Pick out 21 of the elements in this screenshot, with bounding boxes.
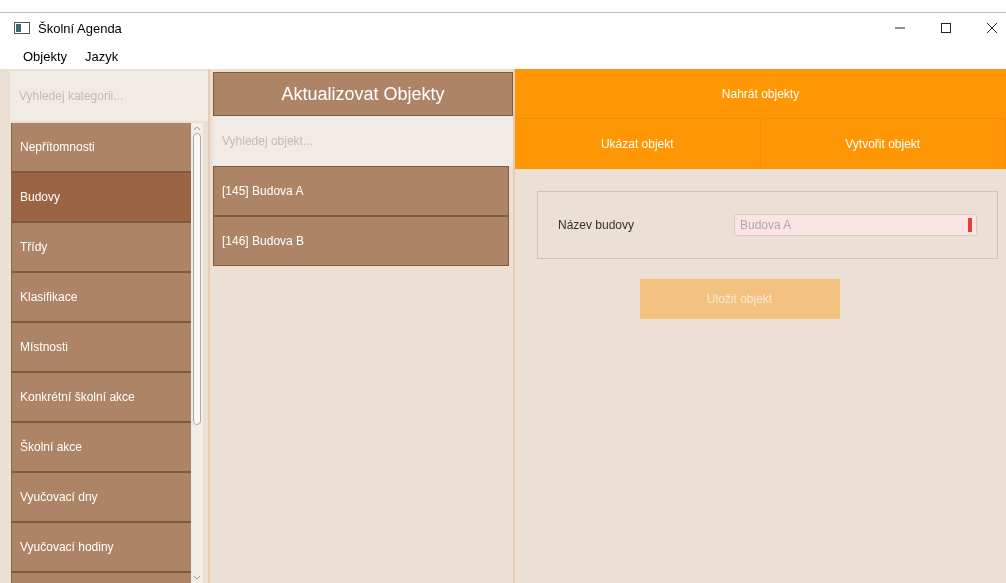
input-field[interactable]: Budova A [734,214,977,236]
object-item[interactable]: [146] Budova B [213,216,509,266]
scroll-up-icon[interactable] [193,125,201,131]
scrollbar[interactable] [191,123,203,583]
maximize-icon[interactable] [940,22,952,34]
object-item[interactable]: [145] Budova A [213,166,509,216]
close-icon[interactable] [986,22,998,34]
field-label: Název budovy [558,218,636,232]
error-marker [968,218,972,232]
search-field[interactable]: Vyhledej objekt... [213,116,513,166]
upload-button[interactable]: Nahrát objekty [515,69,1006,119]
window-title: Školní Agenda [38,20,122,36]
panel-header: Aktualizovat Objekty [213,72,513,116]
category-item[interactable]: Budovy [12,173,191,223]
tab[interactable]: Vytvořit objekt [760,119,1006,169]
scroll-down-icon[interactable] [193,575,201,581]
menu-item[interactable]: Jazyk [85,48,119,64]
menu-item[interactable]: Objekty [23,48,68,64]
search-field[interactable]: Vyhledej kategorii... [10,71,208,121]
tab[interactable]: Ukázat objekt [515,119,761,169]
app-icon [14,22,30,34]
